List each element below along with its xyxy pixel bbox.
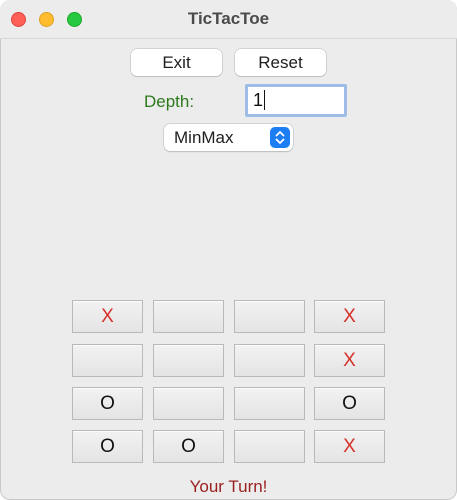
board-cell-r2-c4[interactable]: X [314,344,385,377]
algorithm-selected-label: MinMax [174,128,234,147]
board-cell-r1-c1[interactable]: X [72,300,143,333]
depth-label: Depth: [144,92,195,111]
title-bar: TicTacToe [0,0,457,39]
depth-input[interactable]: 1 [245,84,347,117]
chevron-updown-icon [270,127,290,148]
board-cell-r4-c4[interactable]: X [314,430,385,463]
depth-value: 1 [253,90,264,110]
board-cell-r2-c2[interactable] [153,344,224,377]
board-cell-r4-c2[interactable]: O [153,430,224,463]
board-cell-r1-c4[interactable]: X [314,300,385,333]
board-cell-r1-c3[interactable] [234,300,305,333]
board-cell-r3-c1[interactable]: O [72,387,143,420]
board-cell-r3-c3[interactable] [234,387,305,420]
board-cell-r3-c4[interactable]: O [314,387,385,420]
board-cell-r4-c1[interactable]: O [72,430,143,463]
app-window: TicTacToe Exit Reset Depth: 1 MinMax XXX… [0,0,457,500]
board-cell-r2-c1[interactable] [72,344,143,377]
window-title: TicTacToe [187,9,270,28]
reset-button[interactable]: Reset [235,49,326,76]
algorithm-select[interactable]: MinMax [164,124,293,151]
board-cell-r3-c2[interactable] [153,387,224,420]
board-cell-r1-c2[interactable] [153,300,224,333]
board-cell-r4-c3[interactable] [234,430,305,463]
exit-button[interactable]: Exit [131,49,222,76]
status-message: Your Turn! [189,477,268,496]
text-caret [264,90,266,110]
board-cell-r2-c3[interactable] [234,344,305,377]
